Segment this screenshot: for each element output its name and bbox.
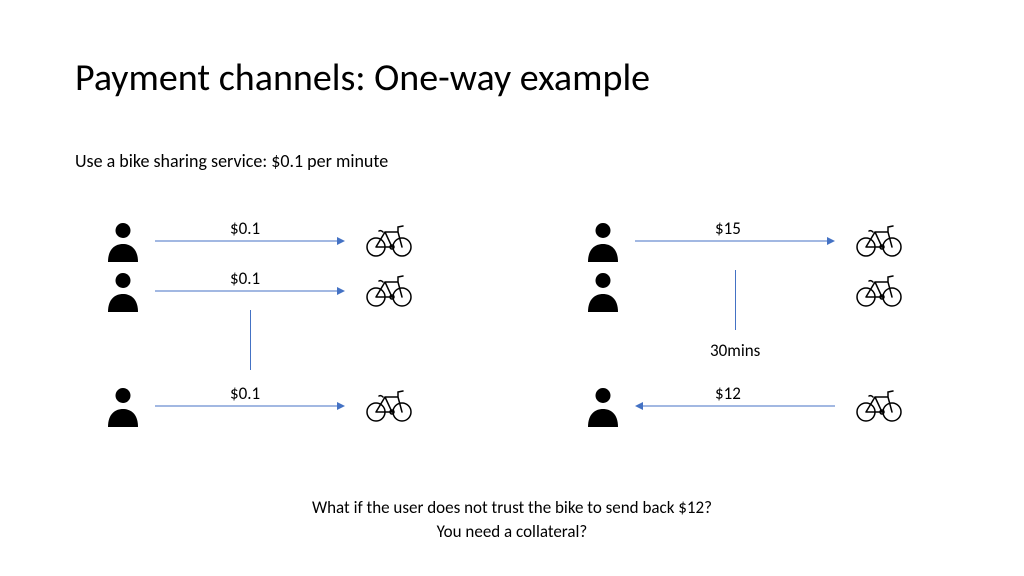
bike-icon [855, 387, 903, 423]
person-icon [585, 385, 621, 425]
person-icon [105, 220, 141, 260]
person-icon [105, 385, 141, 425]
person-icon [105, 270, 141, 310]
person-icon [585, 220, 621, 260]
duration-label: 30mins [710, 340, 760, 361]
bike-icon [365, 387, 413, 423]
arrow-right [635, 240, 835, 242]
amount-label: $12 [715, 383, 741, 404]
bike-icon [855, 272, 903, 308]
bike-icon [855, 222, 903, 258]
footer-line2: You need a collateral? [0, 520, 1024, 544]
amount-label: $0.1 [230, 268, 260, 289]
amount-label: $0.1 [230, 218, 260, 239]
slide-title: Payment channels: One-way example [75, 55, 650, 101]
vertical-line [250, 310, 251, 370]
arrow-left [635, 405, 835, 407]
vertical-line [735, 270, 736, 330]
footer-text: What if the user does not trust the bike… [0, 496, 1024, 544]
arrow-right [155, 290, 345, 292]
footer-line1: What if the user does not trust the bike… [0, 496, 1024, 520]
bike-icon [365, 222, 413, 258]
amount-label: $15 [715, 218, 741, 239]
arrow-right [155, 405, 345, 407]
bike-icon [365, 272, 413, 308]
arrow-right [155, 240, 345, 242]
slide-subtitle: Use a bike sharing service: $0.1 per min… [75, 150, 388, 172]
amount-label: $0.1 [230, 383, 260, 404]
person-icon [585, 270, 621, 310]
